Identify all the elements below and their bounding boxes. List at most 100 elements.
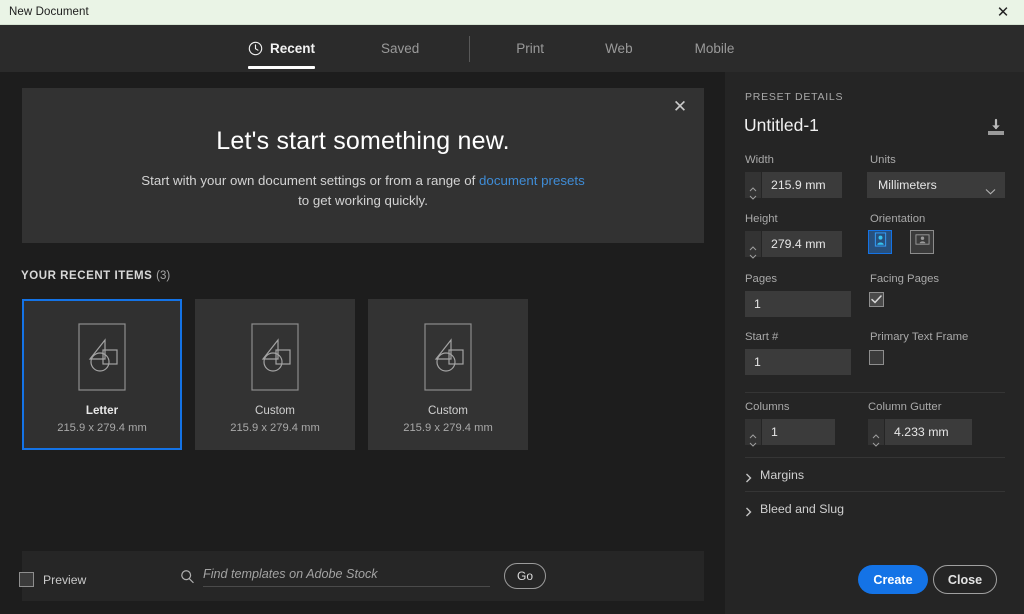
recent-item-size: 215.9 x 279.4 mm xyxy=(230,422,320,434)
tab-bar: Recent Saved Print Web Mobile xyxy=(0,25,1024,72)
banner-subtitle-text-2: to get working quickly. xyxy=(298,193,428,208)
panel-divider xyxy=(745,491,1005,492)
save-preset-icon[interactable] xyxy=(985,118,1007,138)
tab-group-divider xyxy=(469,35,471,62)
tab-label-print: Print xyxy=(516,41,545,56)
start-number-label: Start # xyxy=(745,331,779,343)
columns-stepper-arrows[interactable] xyxy=(745,419,762,447)
recent-items-label: YOUR RECENT ITEMS xyxy=(21,270,153,282)
window-close-button[interactable]: ✕ xyxy=(982,0,1024,25)
units-label: Units xyxy=(870,154,896,166)
primary-text-frame-label: Primary Text Frame xyxy=(870,331,969,343)
new-document-dialog: New Document ✕ Recent Saved Print Web Mo… xyxy=(0,0,1024,614)
banner-title: Let's start something new. xyxy=(216,127,510,155)
chevron-down-icon xyxy=(749,434,757,447)
columns-input[interactable] xyxy=(762,419,835,445)
chevron-up-icon xyxy=(749,179,757,191)
orientation-landscape-button[interactable] xyxy=(910,230,934,254)
tab-print[interactable]: Print xyxy=(516,25,544,72)
portrait-icon xyxy=(873,232,888,252)
column-gutter-input[interactable] xyxy=(885,419,972,445)
panel-divider xyxy=(745,392,1005,393)
clock-icon xyxy=(248,41,263,56)
chevron-right-icon xyxy=(745,470,752,483)
width-label: Width xyxy=(745,154,774,166)
tab-web[interactable]: Web xyxy=(605,25,633,72)
stock-search-input[interactable] xyxy=(203,565,490,587)
facing-pages-checkbox[interactable] xyxy=(869,292,884,307)
start-number-input[interactable] xyxy=(745,349,851,375)
orientation-portrait-button[interactable] xyxy=(868,230,892,254)
preview-toggle-group: Preview xyxy=(19,572,86,587)
recent-item-card[interactable]: Letter 215.9 x 279.4 mm xyxy=(22,299,182,450)
tab-label-recent: Recent xyxy=(270,41,316,56)
banner-subtitle: Start with your own document settings or… xyxy=(22,171,704,211)
recent-item-size: 215.9 x 279.4 mm xyxy=(57,422,147,434)
tab-mobile[interactable]: Mobile xyxy=(695,25,735,72)
columns-label: Columns xyxy=(745,401,790,413)
width-stepper[interactable] xyxy=(745,172,842,200)
document-presets-link[interactable]: document presets xyxy=(479,173,585,188)
document-thumbnail-icon xyxy=(251,323,299,391)
chevron-down-icon xyxy=(749,187,757,200)
stock-search-group: Go xyxy=(180,563,546,589)
recent-item-title: Custom xyxy=(255,404,295,417)
tab-recent[interactable]: Recent xyxy=(248,25,316,72)
recent-item-card[interactable]: Custom 215.9 x 279.4 mm xyxy=(195,299,355,450)
window-title: New Document xyxy=(9,6,89,18)
chevron-down-icon xyxy=(872,434,880,447)
facing-pages-label: Facing Pages xyxy=(870,273,940,285)
chevron-up-icon xyxy=(749,426,757,438)
checkmark-icon xyxy=(871,291,882,309)
chevron-up-icon xyxy=(749,238,757,250)
margins-section-toggle[interactable]: Margins xyxy=(745,468,805,483)
close-icon: ✕ xyxy=(996,4,1010,21)
recent-items-count: (3) xyxy=(156,270,171,282)
recent-item-card[interactable]: Custom 215.9 x 279.4 mm xyxy=(368,299,528,450)
height-input[interactable] xyxy=(762,231,842,257)
chevron-right-icon xyxy=(745,504,752,517)
column-gutter-stepper-arrows[interactable] xyxy=(868,419,885,447)
welcome-banner: ✕ Let's start something new. Start with … xyxy=(22,88,704,243)
adobe-stock-search-bar: Go xyxy=(22,551,704,601)
preset-details-panel: PRESET DETAILS Untitled-1 Width Unit xyxy=(725,72,1024,614)
document-thumbnail-icon xyxy=(78,323,126,391)
close-icon: ✕ xyxy=(672,96,688,116)
columns-stepper[interactable] xyxy=(745,419,835,447)
main-content: ✕ Let's start something new. Start with … xyxy=(0,72,725,614)
column-gutter-stepper[interactable] xyxy=(868,419,972,447)
pages-input[interactable] xyxy=(745,291,851,317)
banner-subtitle-text: Start with your own document settings or… xyxy=(141,173,480,188)
tab-active-indicator xyxy=(248,66,316,69)
close-button[interactable]: Close xyxy=(933,565,997,594)
document-thumbnail-icon xyxy=(424,323,472,391)
tab-label-mobile: Mobile xyxy=(694,41,735,56)
height-stepper-arrows[interactable] xyxy=(745,231,762,259)
panel-divider xyxy=(745,457,1005,458)
width-input[interactable] xyxy=(762,172,842,198)
recent-item-size: 215.9 x 279.4 mm xyxy=(403,422,493,434)
height-label: Height xyxy=(745,213,778,225)
preset-name-value: Untitled-1 xyxy=(744,115,819,135)
preview-label: Preview xyxy=(43,572,87,587)
chevron-down-icon xyxy=(985,182,996,195)
primary-text-frame-checkbox[interactable] xyxy=(869,350,884,365)
bleed-and-slug-label: Bleed and Slug xyxy=(760,502,845,516)
tab-saved[interactable]: Saved xyxy=(381,25,419,72)
preset-details-heading: PRESET DETAILS xyxy=(745,91,844,103)
margins-label: Margins xyxy=(760,468,805,482)
units-select[interactable]: Millimeters xyxy=(867,172,1005,198)
preview-checkbox[interactable] xyxy=(19,572,34,587)
window-titlebar: New Document ✕ xyxy=(0,0,1024,25)
chevron-down-icon xyxy=(749,246,757,259)
stock-search-go-button[interactable]: Go xyxy=(504,563,546,589)
banner-close-button[interactable]: ✕ xyxy=(668,94,692,118)
column-gutter-label: Column Gutter xyxy=(868,401,942,413)
recent-item-title: Letter xyxy=(85,404,119,417)
height-stepper[interactable] xyxy=(745,231,842,259)
width-stepper-arrows[interactable] xyxy=(745,172,762,200)
create-button[interactable]: Create xyxy=(858,565,928,594)
tab-list: Recent Saved Print Web Mobile xyxy=(248,25,734,72)
bleed-and-slug-section-toggle[interactable]: Bleed and Slug xyxy=(745,502,845,517)
tab-label-saved: Saved xyxy=(381,41,420,56)
